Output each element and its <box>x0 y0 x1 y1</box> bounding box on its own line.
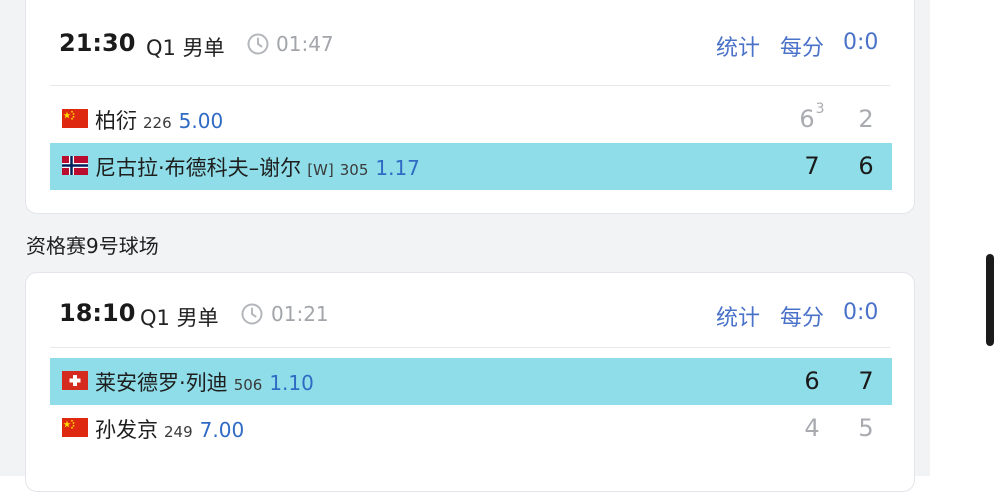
match-card[interactable]: 21:30 Q1 男单 01:47 统计 每分 0:0 柏衍 226 5.00 63… <box>25 0 915 214</box>
player-rank: 226 <box>143 114 172 132</box>
player-name-line: 孙发京 249 7.00 <box>95 414 244 444</box>
stats-link[interactable]: 统计 <box>716 300 760 332</box>
point-score[interactable]: 0:0 <box>843 30 878 55</box>
match-header: 21:30 Q1 男单 01:47 统计 每分 0:0 <box>26 19 914 89</box>
point-by-point-link[interactable]: 每分 <box>780 30 824 62</box>
match-round: Q1 男单 <box>146 36 225 60</box>
set1-score: 7 <box>804 152 820 180</box>
match-time: 18:10 <box>59 299 136 327</box>
divider <box>50 347 890 348</box>
player-row-winner[interactable]: 尼古拉·布德科夫–谢尔 [W] 305 1.17 7 6 <box>50 143 892 190</box>
match-header: 18:10 Q1 男单 01:21 统计 每分 0:0 <box>26 289 914 359</box>
player-odds: 7.00 <box>199 418 245 442</box>
set2-score: 7 <box>858 367 874 395</box>
player-name-line: 尼古拉·布德科夫–谢尔 [W] 305 1.17 <box>95 152 420 182</box>
set1-score: 63 <box>799 101 825 133</box>
tiebreak-score: 3 <box>815 101 825 117</box>
norway-flag-icon <box>62 156 88 175</box>
player-rank: 249 <box>164 423 193 441</box>
elapsed-time: 01:47 <box>276 32 334 56</box>
set1-score: 6 <box>804 367 820 395</box>
right-rail <box>930 0 1000 476</box>
player-odds: 5.00 <box>178 109 224 133</box>
point-by-point-link[interactable]: 每分 <box>780 300 824 332</box>
switzerland-flag-icon <box>62 371 88 390</box>
player-row[interactable]: 孙发京 249 7.00 4 5 <box>50 405 892 452</box>
elapsed-time: 01:21 <box>271 302 329 326</box>
set2-score: 2 <box>858 105 874 133</box>
player-rank: 305 <box>339 161 369 179</box>
player-row-winner[interactable]: 莱安德罗·列迪 506 1.10 6 7 <box>50 358 892 405</box>
player-odds: 1.17 <box>375 156 420 180</box>
set2-score: 5 <box>858 414 874 442</box>
set2-score: 6 <box>858 152 874 180</box>
player-rank: 506 <box>233 376 263 394</box>
player-seed: [W] <box>307 161 334 179</box>
player-name: 柏衍 <box>95 109 137 133</box>
player-row[interactable]: 柏衍 226 5.00 63 2 <box>50 96 892 143</box>
player-name: 尼古拉·布德科夫–谢尔 <box>95 156 302 180</box>
stats-link[interactable]: 统计 <box>716 30 760 62</box>
match-round: Q1 男单 <box>140 306 219 330</box>
match-card[interactable]: 18:10 Q1 男单 01:21 统计 每分 0:0 莱安德罗·列迪 506 1.… <box>25 272 915 492</box>
china-flag-icon <box>62 109 88 128</box>
match-time: 21:30 <box>59 29 136 57</box>
set1-score: 4 <box>804 414 820 442</box>
clock-icon <box>247 33 269 55</box>
point-score[interactable]: 0:0 <box>843 300 878 325</box>
scrollbar-thumb[interactable] <box>986 254 994 346</box>
court-section-label: 资格赛9号球场 <box>26 234 159 258</box>
player-name: 孙发京 <box>95 418 158 442</box>
player-name: 莱安德罗·列迪 <box>95 371 228 395</box>
china-flag-icon <box>62 418 88 437</box>
player-odds: 1.10 <box>269 371 314 395</box>
player-name-line: 柏衍 226 5.00 <box>95 105 223 135</box>
divider <box>50 85 890 86</box>
player-name-line: 莱安德罗·列迪 506 1.10 <box>95 367 314 397</box>
clock-icon <box>241 303 263 325</box>
